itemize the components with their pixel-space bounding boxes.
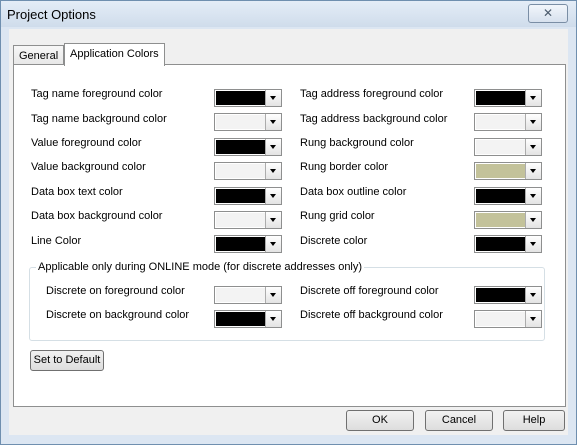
close-icon: ✕ (542, 6, 554, 20)
color-dropdown-discrete-on-background[interactable] (214, 310, 282, 328)
color-swatch (476, 189, 525, 203)
chevron-down-icon (265, 139, 281, 155)
color-swatch (216, 213, 265, 227)
set-to-default-button[interactable]: Set to Default (30, 350, 104, 371)
color-swatch (476, 140, 525, 154)
color-dropdown-rung-border[interactable] (474, 162, 542, 180)
chevron-down-icon (265, 311, 281, 327)
option-label: Line Color (31, 235, 82, 247)
color-dropdown-line-color[interactable] (214, 235, 282, 253)
color-dropdown-value-background[interactable] (214, 162, 282, 180)
color-dropdown-data-box-outline[interactable] (474, 187, 542, 205)
online-mode-group-title: Applicable only during ONLINE mode (for … (36, 261, 365, 273)
option-label: Data box background color (31, 210, 163, 222)
option-label: Tag name background color (31, 113, 167, 125)
option-label: Discrete on foreground color (46, 285, 185, 297)
color-swatch (476, 288, 525, 302)
chevron-down-icon (525, 311, 541, 327)
option-label: Discrete off background color (300, 309, 443, 321)
color-swatch (216, 312, 265, 326)
color-dropdown-value-foreground[interactable] (214, 138, 282, 156)
project-options-dialog: Project Options ✕ General Application Co… (0, 0, 577, 445)
chevron-down-icon (525, 212, 541, 228)
color-swatch (216, 91, 265, 105)
chevron-down-icon (265, 188, 281, 204)
dialog-client-area: General Application Colors Tag name fore… (9, 29, 568, 435)
chevron-down-icon (265, 114, 281, 130)
chevron-down-icon (525, 287, 541, 303)
color-swatch (476, 237, 525, 251)
color-dropdown-rung-background[interactable] (474, 138, 542, 156)
option-label: Rung border color (300, 161, 389, 173)
color-dropdown-discrete-on-foreground[interactable] (214, 286, 282, 304)
chevron-down-icon (265, 212, 281, 228)
color-swatch (476, 115, 525, 129)
chevron-down-icon (525, 188, 541, 204)
color-swatch (216, 288, 265, 302)
color-swatch (476, 312, 525, 326)
option-label: Discrete color (300, 235, 368, 247)
color-dropdown-discrete-off-background[interactable] (474, 310, 542, 328)
color-swatch (216, 164, 265, 178)
option-label: Tag address background color (300, 113, 448, 125)
chevron-down-icon (525, 114, 541, 130)
option-label: Rung grid color (300, 210, 375, 222)
color-swatch (216, 115, 265, 129)
color-dropdown-rung-grid[interactable] (474, 211, 542, 229)
color-dropdown-tag-address-background[interactable] (474, 113, 542, 131)
option-label: Data box outline color (300, 186, 407, 198)
color-dropdown-tag-name-background[interactable] (214, 113, 282, 131)
color-dropdown-data-box-text[interactable] (214, 187, 282, 205)
option-label: Rung background color (300, 137, 414, 149)
color-swatch (216, 140, 265, 154)
chevron-down-icon (525, 163, 541, 179)
application-colors-panel: Tag name foreground color Tag name backg… (13, 64, 566, 407)
ok-button[interactable]: OK (346, 410, 414, 431)
option-label: Value background color (31, 161, 146, 173)
tab-general[interactable]: General (13, 45, 65, 66)
color-swatch (476, 91, 525, 105)
chevron-down-icon (265, 163, 281, 179)
color-swatch (216, 189, 265, 203)
color-dropdown-tag-address-foreground[interactable] (474, 89, 542, 107)
color-dropdown-discrete[interactable] (474, 235, 542, 253)
color-dropdown-tag-name-foreground[interactable] (214, 89, 282, 107)
color-swatch (216, 237, 265, 251)
cancel-button[interactable]: Cancel (425, 410, 493, 431)
chevron-down-icon (265, 90, 281, 106)
option-label: Value foreground color (31, 137, 142, 149)
help-button[interactable]: Help (503, 410, 565, 431)
chevron-down-icon (525, 90, 541, 106)
title-bar: Project Options ✕ (1, 1, 576, 27)
option-label: Tag address foreground color (300, 88, 444, 100)
close-button[interactable]: ✕ (528, 4, 568, 23)
tab-application-colors[interactable]: Application Colors (64, 43, 165, 66)
chevron-down-icon (265, 287, 281, 303)
color-swatch (476, 164, 525, 178)
option-label: Data box text color (31, 186, 123, 198)
color-swatch (476, 213, 525, 227)
color-dropdown-data-box-background[interactable] (214, 211, 282, 229)
chevron-down-icon (265, 236, 281, 252)
option-label: Discrete on background color (46, 309, 190, 321)
chevron-down-icon (525, 139, 541, 155)
option-label: Tag name foreground color (31, 88, 163, 100)
online-mode-group (29, 267, 545, 341)
option-label: Discrete off foreground color (300, 285, 439, 297)
color-dropdown-discrete-off-foreground[interactable] (474, 286, 542, 304)
window-title: Project Options (7, 7, 96, 22)
chevron-down-icon (525, 236, 541, 252)
